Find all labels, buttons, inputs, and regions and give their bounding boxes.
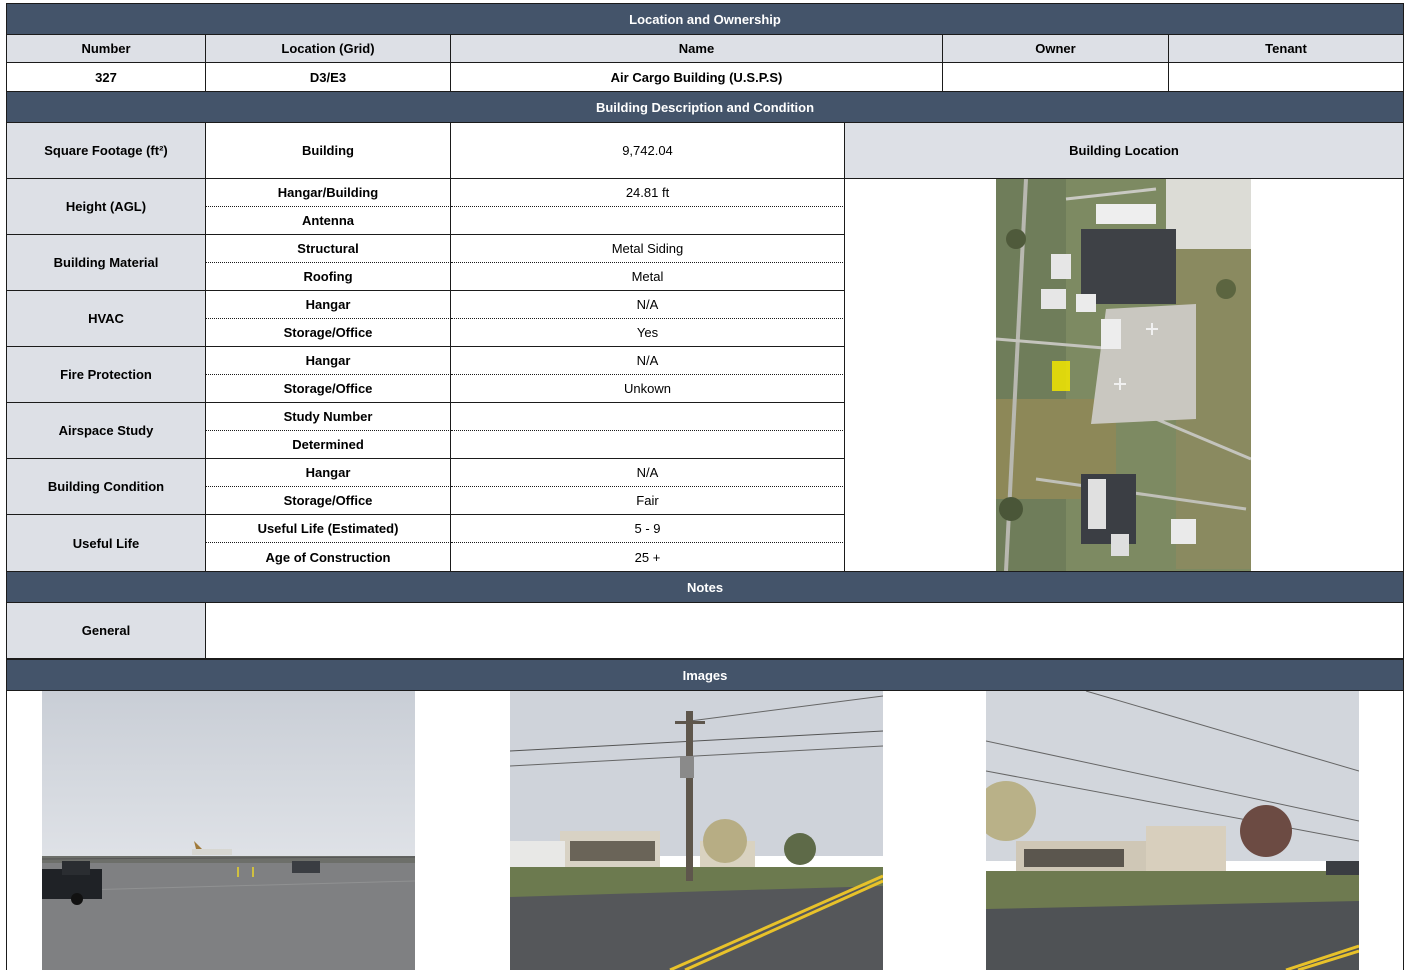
useful-life-label: Useful Life	[6, 515, 206, 571]
fire-storage-office-value: Unkown	[451, 375, 845, 403]
airspace-determined-value	[451, 431, 845, 459]
site-photo-1	[42, 691, 415, 970]
age-of-construction-value: 25 +	[451, 543, 845, 571]
material-structural-value: Metal Siding	[451, 235, 845, 263]
owner-value	[943, 63, 1169, 91]
location-grid-value: D3/E3	[206, 63, 451, 91]
useful-life-estimated-label: Useful Life (Estimated)	[206, 515, 451, 543]
height-antenna-value	[451, 207, 845, 235]
condition-hangar-label: Hangar	[206, 459, 451, 487]
height-hangar-building-label: Hangar/Building	[206, 179, 451, 207]
building-condition-label: Building Condition	[6, 459, 206, 515]
site-photo-3	[986, 691, 1359, 970]
airspace-determined-label: Determined	[206, 431, 451, 459]
hvac-storage-office-value: Yes	[451, 319, 845, 347]
images-header: Images	[6, 659, 1404, 691]
col-header-location-grid: Location (Grid)	[206, 35, 451, 63]
general-notes-value	[206, 603, 1404, 659]
building-number: 327	[6, 63, 206, 91]
tenant-value	[1169, 63, 1404, 91]
site-photo-2	[510, 691, 883, 970]
height-agl-label: Height (AGL)	[6, 179, 206, 235]
square-footage-value: 9,742.04	[451, 123, 845, 179]
airspace-study-number-label: Study Number	[206, 403, 451, 431]
location-ownership-header: Location and Ownership	[6, 3, 1404, 35]
material-structural-label: Structural	[206, 235, 451, 263]
condition-storage-office-value: Fair	[451, 487, 845, 515]
hvac-hangar-value: N/A	[451, 291, 845, 319]
material-roofing-label: Roofing	[206, 263, 451, 291]
condition-storage-office-label: Storage/Office	[206, 487, 451, 515]
condition-hangar-value: N/A	[451, 459, 845, 487]
fire-hangar-value: N/A	[451, 347, 845, 375]
fire-protection-label: Fire Protection	[6, 347, 206, 403]
notes-header: Notes	[6, 571, 1404, 603]
hvac-storage-office-label: Storage/Office	[206, 319, 451, 347]
fire-storage-office-label: Storage/Office	[206, 375, 451, 403]
location-ownership-title: Location and Ownership	[629, 11, 781, 27]
general-notes-label: General	[6, 603, 206, 659]
col-header-name: Name	[451, 35, 943, 63]
hvac-label: HVAC	[6, 291, 206, 347]
square-footage-label: Square Footage (ft²)	[6, 123, 206, 179]
building-material-label: Building Material	[6, 235, 206, 291]
col-header-owner: Owner	[943, 35, 1169, 63]
material-roofing-value: Metal	[451, 263, 845, 291]
description-condition-title: Building Description and Condition	[595, 99, 815, 115]
building-location-label: Building Location	[845, 123, 1404, 179]
notes-title: Notes	[686, 579, 724, 595]
airspace-study-number-value	[451, 403, 845, 431]
col-header-tenant: Tenant	[1169, 35, 1404, 63]
building-name: Air Cargo Building (U.S.P.S)	[451, 63, 943, 91]
height-antenna-label: Antenna	[206, 207, 451, 235]
fire-hangar-label: Hangar	[206, 347, 451, 375]
airspace-study-label: Airspace Study	[6, 403, 206, 459]
square-footage-sub-label: Building	[206, 123, 451, 179]
aerial-map-image	[996, 179, 1251, 571]
height-hangar-building-value: 24.81 ft	[451, 179, 845, 207]
images-title: Images	[682, 667, 728, 683]
col-header-number: Number	[6, 35, 206, 63]
useful-life-estimated-value: 5 - 9	[451, 515, 845, 543]
description-condition-header: Building Description and Condition	[6, 91, 1404, 123]
hvac-hangar-label: Hangar	[206, 291, 451, 319]
age-of-construction-label: Age of Construction	[206, 543, 451, 571]
